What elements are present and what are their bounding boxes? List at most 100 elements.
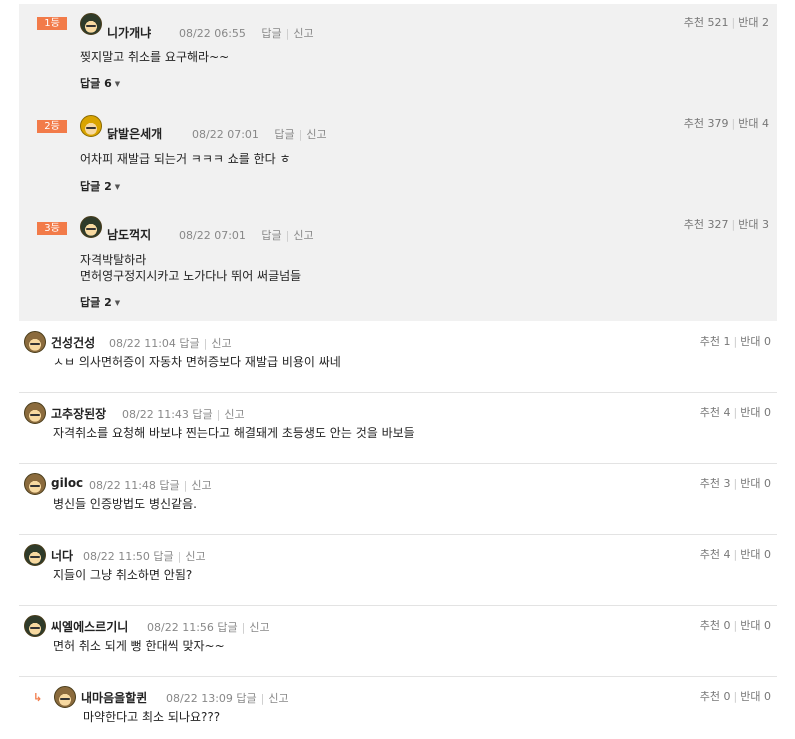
upvote-count: 521	[707, 16, 729, 29]
report-link[interactable]: 신고	[185, 550, 205, 563]
reply-arrow-icon: ↳	[33, 691, 43, 704]
downvote-button[interactable]: 반대 0	[740, 619, 771, 632]
downvote-button[interactable]: 반대 4	[738, 117, 769, 130]
comment-text: 마약한다고 최소 되나요???	[83, 710, 221, 724]
replies-toggle[interactable]: 답글 2 ▼	[80, 294, 120, 310]
comment-date: 08/22 11:48	[89, 479, 156, 492]
report-link[interactable]: 신고	[211, 337, 231, 350]
upvote-button[interactable]: 추천 0	[700, 690, 731, 703]
comment-text: 어차피 재발급 되는거 ㅋㅋㅋ 쇼를 한다 ㅎ	[80, 152, 291, 166]
reply-link[interactable]: 답글	[261, 229, 281, 242]
report-link[interactable]: 신고	[268, 692, 288, 705]
upvote-button[interactable]: 추천 327	[684, 218, 729, 231]
replies-toggle[interactable]: 답글 6 ▼	[80, 75, 120, 91]
nickname[interactable]: 니가개냐	[107, 24, 151, 41]
downvote-button[interactable]: 반대 3	[738, 218, 769, 231]
comment-text: 병신들 인증방법도 병신같음.	[53, 497, 197, 511]
downvote-button[interactable]: 반대 0	[740, 548, 771, 561]
nickname[interactable]: giloc	[51, 476, 83, 490]
avatar[interactable]	[80, 216, 102, 238]
best-comment-3: 3등 남도꺽지 08/22 07:01 답글 | 신고 추천 327 | 반대 3 자격…	[19, 206, 777, 321]
avatar[interactable]	[24, 615, 46, 637]
reply-link[interactable]: 답글	[236, 692, 256, 705]
reply-link[interactable]: 답글	[153, 550, 173, 563]
upvote-count: 4	[723, 548, 731, 561]
comment-date: 08/22 13:09	[166, 692, 233, 705]
rank-badge: 3등	[37, 222, 67, 235]
upvote-button[interactable]: 추천 521	[684, 16, 729, 29]
upvote-button[interactable]: 추천 4	[700, 406, 731, 419]
comment-text: ㅅㅂ 의사면허증이 자동차 면허증보다 재발급 비용이 싸네	[53, 355, 341, 369]
avatar[interactable]	[80, 115, 102, 137]
comment-text: 자격취소를 요청해 바보냐 찐는다고 해결돼게 초등생도 안는 것을 바보들	[53, 426, 415, 440]
report-link[interactable]: 신고	[191, 479, 211, 492]
best-comments-box: 1등 니가개냐 08/22 06:55 답글 | 신고 추천 521 | 반대 2 찢지…	[19, 4, 777, 321]
report-link[interactable]: 신고	[293, 27, 313, 40]
upvote-count: 1	[723, 335, 731, 348]
nickname[interactable]: 고추장된장	[51, 405, 106, 422]
upvote-button[interactable]: 추천 0	[700, 619, 731, 632]
reply-link[interactable]: 답글	[217, 621, 237, 634]
caret-down-icon: ▼	[114, 183, 121, 191]
upvote-button[interactable]: 추천 1	[700, 335, 731, 348]
replies-toggle[interactable]: 답글 2 ▼	[80, 178, 120, 194]
upvote-button[interactable]: 추천 4	[700, 548, 731, 561]
downvote-button[interactable]: 반대 0	[740, 335, 771, 348]
downvote-count: 0	[764, 406, 771, 419]
comment-item: 고추장된장 08/22 11:43 답글 | 신고 추천 4 | 반대 0 자격취소를 …	[19, 393, 777, 464]
comment-item: giloc 08/22 11:48 답글 | 신고 추천 3 | 반대 0 병신들 인증…	[19, 464, 777, 535]
avatar[interactable]	[24, 402, 46, 424]
reply-link[interactable]: 답글	[192, 408, 212, 421]
report-link[interactable]: 신고	[306, 128, 326, 141]
comment-meta: 08/22 07:01 답글 | 신고	[192, 128, 327, 141]
comment-meta: 08/22 07:01 답글 | 신고	[179, 229, 314, 242]
downvote-count: 3	[762, 218, 769, 231]
comment-text: 면허 취소 되게 뻥 한대씩 맞자~~	[53, 639, 225, 653]
comment-text-line-2: 면허영구정지시카고 노가다나 뛰어 써글넘들	[80, 269, 302, 283]
reply-count: 2	[104, 180, 112, 193]
reply-link[interactable]: 답글	[274, 128, 294, 141]
comment-date: 08/22 11:04	[109, 337, 176, 350]
vote-counts: 추천 1 | 반대 0	[699, 335, 771, 348]
downvote-button[interactable]: 반대 2	[738, 16, 769, 29]
rank-badge: 2등	[37, 120, 67, 133]
avatar[interactable]	[24, 331, 46, 353]
comment-date: 08/22 11:50	[83, 550, 150, 563]
nickname[interactable]: 씨엘에스르기니	[51, 618, 128, 635]
avatar[interactable]	[54, 686, 76, 708]
comment-meta: 08/22 11:48 답글 | 신고	[89, 479, 212, 492]
vote-counts: 추천 327 | 반대 3	[683, 218, 769, 231]
comment-date: 08/22 07:01	[179, 229, 246, 242]
comment-date: 08/22 06:55	[179, 27, 246, 40]
upvote-count: 3	[723, 477, 731, 490]
nickname[interactable]: 내마음을할퀸	[81, 689, 147, 706]
downvote-button[interactable]: 반대 0	[740, 477, 771, 490]
downvote-button[interactable]: 반대 0	[740, 406, 771, 419]
nickname[interactable]: 남도꺽지	[107, 226, 151, 243]
nickname[interactable]: 너다	[51, 547, 73, 564]
comment-date: 08/22 07:01	[192, 128, 259, 141]
reply-link[interactable]: 답글	[179, 337, 199, 350]
reply-link[interactable]: 답글	[261, 27, 281, 40]
avatar[interactable]	[80, 13, 102, 35]
downvote-count: 0	[764, 477, 771, 490]
vote-counts: 추천 0 | 반대 0	[699, 619, 771, 632]
caret-down-icon: ▼	[114, 80, 121, 88]
upvote-count: 327	[707, 218, 729, 231]
avatar[interactable]	[24, 473, 46, 495]
report-link[interactable]: 신고	[224, 408, 244, 421]
report-link[interactable]: 신고	[249, 621, 269, 634]
reply-count: 2	[104, 296, 112, 309]
vote-counts: 추천 4 | 반대 0	[699, 406, 771, 419]
comment-meta: 08/22 11:56 답글 | 신고	[147, 621, 270, 634]
reply-link[interactable]: 답글	[159, 479, 179, 492]
nickname[interactable]: 건성건성	[51, 334, 95, 351]
avatar[interactable]	[24, 544, 46, 566]
upvote-button[interactable]: 추천 3	[700, 477, 731, 490]
comment-date: 08/22 11:43	[122, 408, 189, 421]
downvote-count: 0	[764, 690, 771, 703]
nickname[interactable]: 닭발은세개	[107, 125, 162, 142]
report-link[interactable]: 신고	[293, 229, 313, 242]
upvote-button[interactable]: 추천 379	[684, 117, 729, 130]
downvote-button[interactable]: 반대 0	[740, 690, 771, 703]
